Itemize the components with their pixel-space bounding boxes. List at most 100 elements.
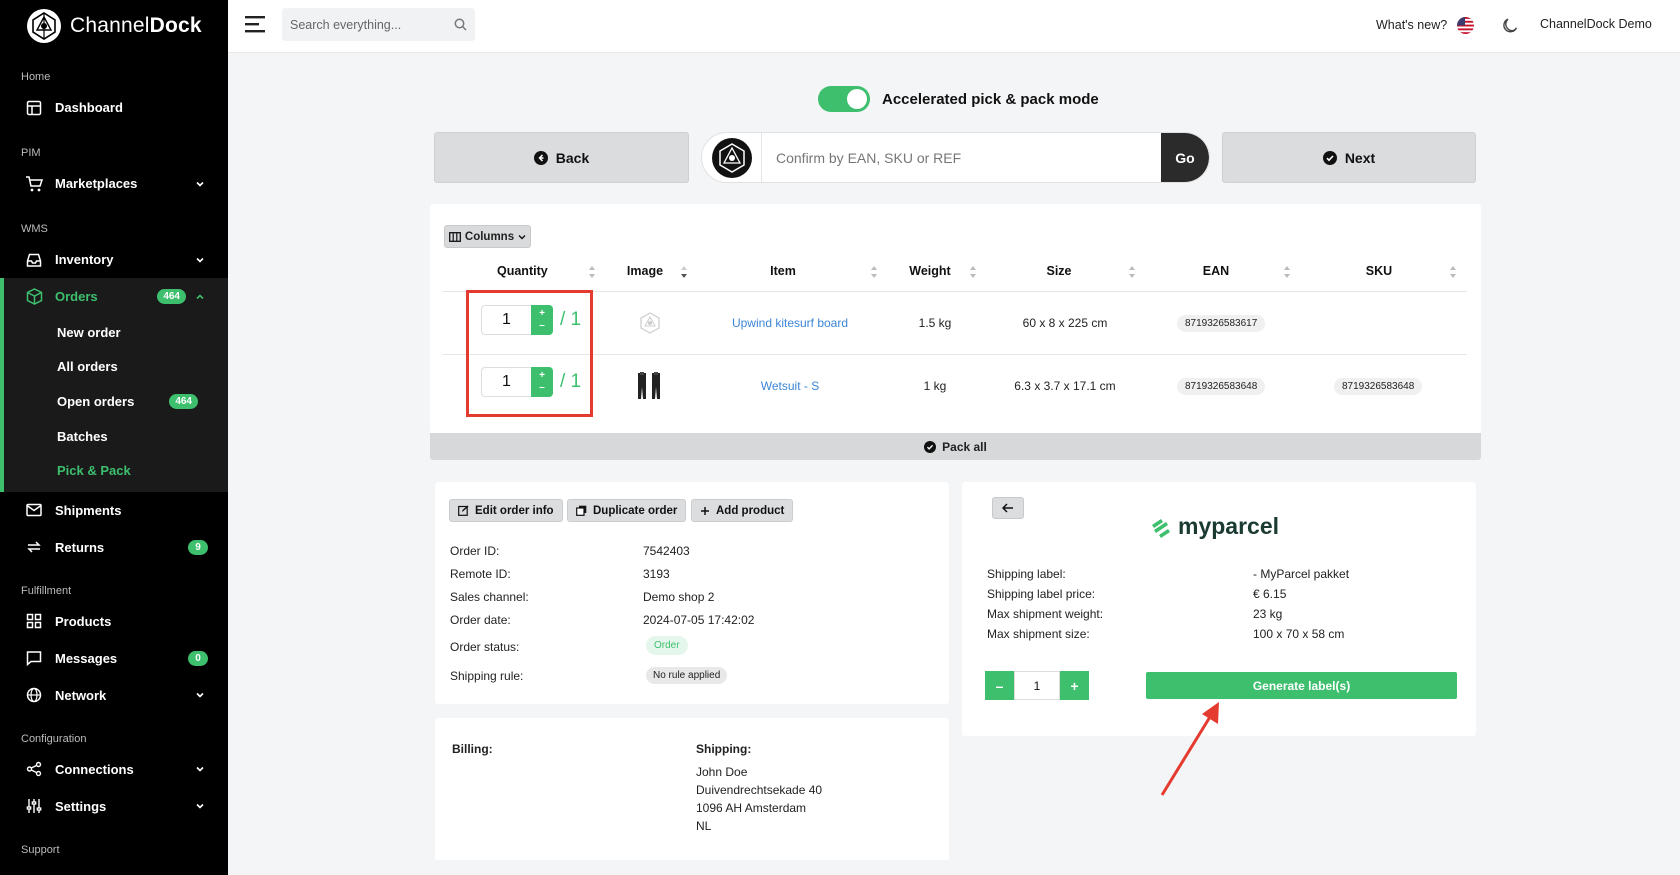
dashboard-icon xyxy=(25,99,43,117)
sidebar-item-connections[interactable]: Connections xyxy=(0,751,228,788)
sidebar-item-inventory[interactable]: Inventory xyxy=(0,241,228,278)
order-id-label: Order ID: xyxy=(450,544,500,558)
order-status-label: Order status: xyxy=(450,640,520,654)
sidebar-item-returns[interactable]: Returns 9 xyxy=(0,529,228,566)
edit-order-info-label: Edit order info xyxy=(475,504,554,517)
messages-count-badge: 0 xyxy=(188,650,208,666)
sidebar-subitem-new-order[interactable]: New order xyxy=(4,315,228,350)
sort-icon[interactable] xyxy=(1449,265,1457,279)
open-orders-count-badge: 464 xyxy=(169,393,198,409)
sort-icon[interactable] xyxy=(1128,265,1136,279)
sidebar-item-products[interactable]: Products xyxy=(0,603,228,640)
orders-count-badge: 464 xyxy=(157,289,186,304)
brand-logo[interactable]: ChannelDock xyxy=(0,0,228,52)
address-card xyxy=(435,718,949,860)
section-pim: PIM xyxy=(21,147,41,159)
subitem-label: New order xyxy=(57,324,121,340)
sidebar-item-label: Marketplaces xyxy=(55,176,138,191)
sort-icon[interactable] xyxy=(870,265,878,279)
orders-group: Orders 464 New order All orders Open ord… xyxy=(0,278,228,492)
header-size[interactable]: Size xyxy=(1044,264,1074,278)
generate-labels-button[interactable]: Generate label(s) xyxy=(1146,672,1457,699)
add-product-button[interactable]: Add product xyxy=(691,499,794,522)
header-sku[interactable]: SKU xyxy=(1363,264,1395,278)
whats-new-link[interactable]: What's new? xyxy=(1376,18,1447,32)
sidebar-subitem-open-orders[interactable]: Open orders 464 xyxy=(4,384,228,419)
label-count-plus-button[interactable]: + xyxy=(1060,671,1089,700)
sidebar-item-label: Returns xyxy=(55,539,105,555)
billing-label: Billing: xyxy=(452,742,493,756)
sidebar-item-label: Shipments xyxy=(55,502,122,518)
accelerated-mode-toggle[interactable] xyxy=(818,86,870,112)
search-input[interactable] xyxy=(290,17,454,32)
account-name[interactable]: ChannelDock Demo xyxy=(1540,17,1652,31)
annotation-arrow-icon xyxy=(1160,702,1219,796)
sort-icon[interactable] xyxy=(969,265,977,279)
next-button[interactable]: Next xyxy=(1222,132,1476,183)
header-weight[interactable]: Weight xyxy=(907,264,953,278)
duplicate-order-button[interactable]: Duplicate order xyxy=(567,499,687,522)
pack-all-button[interactable]: Pack all xyxy=(430,433,1481,460)
header-divider xyxy=(443,291,1467,292)
label-count-stepper: – + xyxy=(985,671,1089,700)
item-size: 6.3 x 3.7 x 17.1 cm xyxy=(1014,379,1116,393)
sidebar-item-shipments[interactable]: Shipments xyxy=(0,492,228,529)
sidebar-item-dashboard[interactable]: Dashboard xyxy=(0,89,228,126)
sidebar-subitem-batches[interactable]: Batches xyxy=(4,419,228,454)
sort-icon[interactable] xyxy=(588,265,596,279)
header-item[interactable]: Item xyxy=(763,264,803,278)
order-date-value: 2024-07-05 17:42:02 xyxy=(643,613,755,627)
ean-chip: 8719326583617 xyxy=(1177,315,1266,332)
hamburger-menu-icon[interactable] xyxy=(245,14,267,34)
confirm-ean-sku-input[interactable] xyxy=(762,149,1161,166)
sidebar-item-network[interactable]: Network xyxy=(0,677,228,714)
sidebar-subitem-all-orders[interactable]: All orders xyxy=(4,350,228,385)
item-weight: 1.5 kg xyxy=(918,316,952,330)
item-link[interactable]: Upwind kitesurf board xyxy=(720,316,860,330)
label-count-minus-button[interactable]: – xyxy=(985,671,1014,700)
shipping-country: NL xyxy=(696,819,712,833)
shipping-street: Duivendrechtsekade 40 xyxy=(696,783,823,797)
max-weight-value: 23 kg xyxy=(1253,607,1283,621)
shop-avatar xyxy=(702,133,762,182)
accelerated-mode-row: Accelerated pick & pack mode xyxy=(818,86,1099,112)
back-button[interactable]: Back xyxy=(434,132,689,183)
item-link[interactable]: Wetsuit - S xyxy=(720,379,860,393)
sidebar-item-orders[interactable]: Orders 464 xyxy=(4,278,228,315)
header-ean[interactable]: EAN xyxy=(1199,264,1233,278)
sidebar-subitem-pick-pack[interactable]: Pick & Pack xyxy=(4,453,228,488)
ean-chip: 8719326583648 xyxy=(1177,378,1266,395)
sidebar-item-label: Inventory xyxy=(55,252,114,267)
label-count-input[interactable] xyxy=(1014,671,1060,700)
header-quantity[interactable]: Quantity xyxy=(497,264,548,278)
sales-channel-label: Sales channel: xyxy=(450,590,529,604)
sidebar-item-settings[interactable]: Settings xyxy=(0,788,228,825)
sort-icon[interactable] xyxy=(1283,265,1291,279)
myparcel-logo: myparcel xyxy=(1150,513,1279,540)
remote-id-label: Remote ID: xyxy=(450,567,511,581)
header-image[interactable]: Image xyxy=(625,264,665,278)
sidebar-item-marketplaces[interactable]: Marketplaces xyxy=(0,165,228,202)
shipping-city: 1096 AH Amsterdam xyxy=(696,801,807,815)
go-button[interactable]: Go xyxy=(1161,133,1209,182)
chevron-down-icon xyxy=(196,804,204,810)
search-icon[interactable] xyxy=(454,18,467,31)
dark-mode-moon-icon[interactable] xyxy=(1501,17,1519,35)
carrier-back-button[interactable] xyxy=(992,497,1024,519)
subitem-label: All orders xyxy=(57,359,118,375)
sidebar-item-label: Settings xyxy=(55,798,107,814)
share-nodes-icon xyxy=(25,760,43,778)
shipping-rule-label: Shipping rule: xyxy=(450,669,524,683)
edit-order-info-button[interactable]: Edit order info xyxy=(449,499,563,522)
columns-toggle-button[interactable]: Columns xyxy=(444,225,531,248)
sidebar-item-label: Products xyxy=(55,613,112,629)
sort-desc-icon[interactable] xyxy=(680,265,688,279)
sidebar-item-messages[interactable]: Messages 0 xyxy=(0,640,228,677)
add-product-label: Add product xyxy=(716,504,785,517)
check-circle-icon xyxy=(1322,150,1337,165)
order-id-link[interactable]: 7542403 xyxy=(643,544,690,558)
us-flag-icon[interactable] xyxy=(1457,17,1474,34)
shipping-rule-badge: No rule applied xyxy=(646,667,728,684)
edit-icon xyxy=(458,505,469,516)
arrow-left-circle-icon xyxy=(533,150,548,165)
